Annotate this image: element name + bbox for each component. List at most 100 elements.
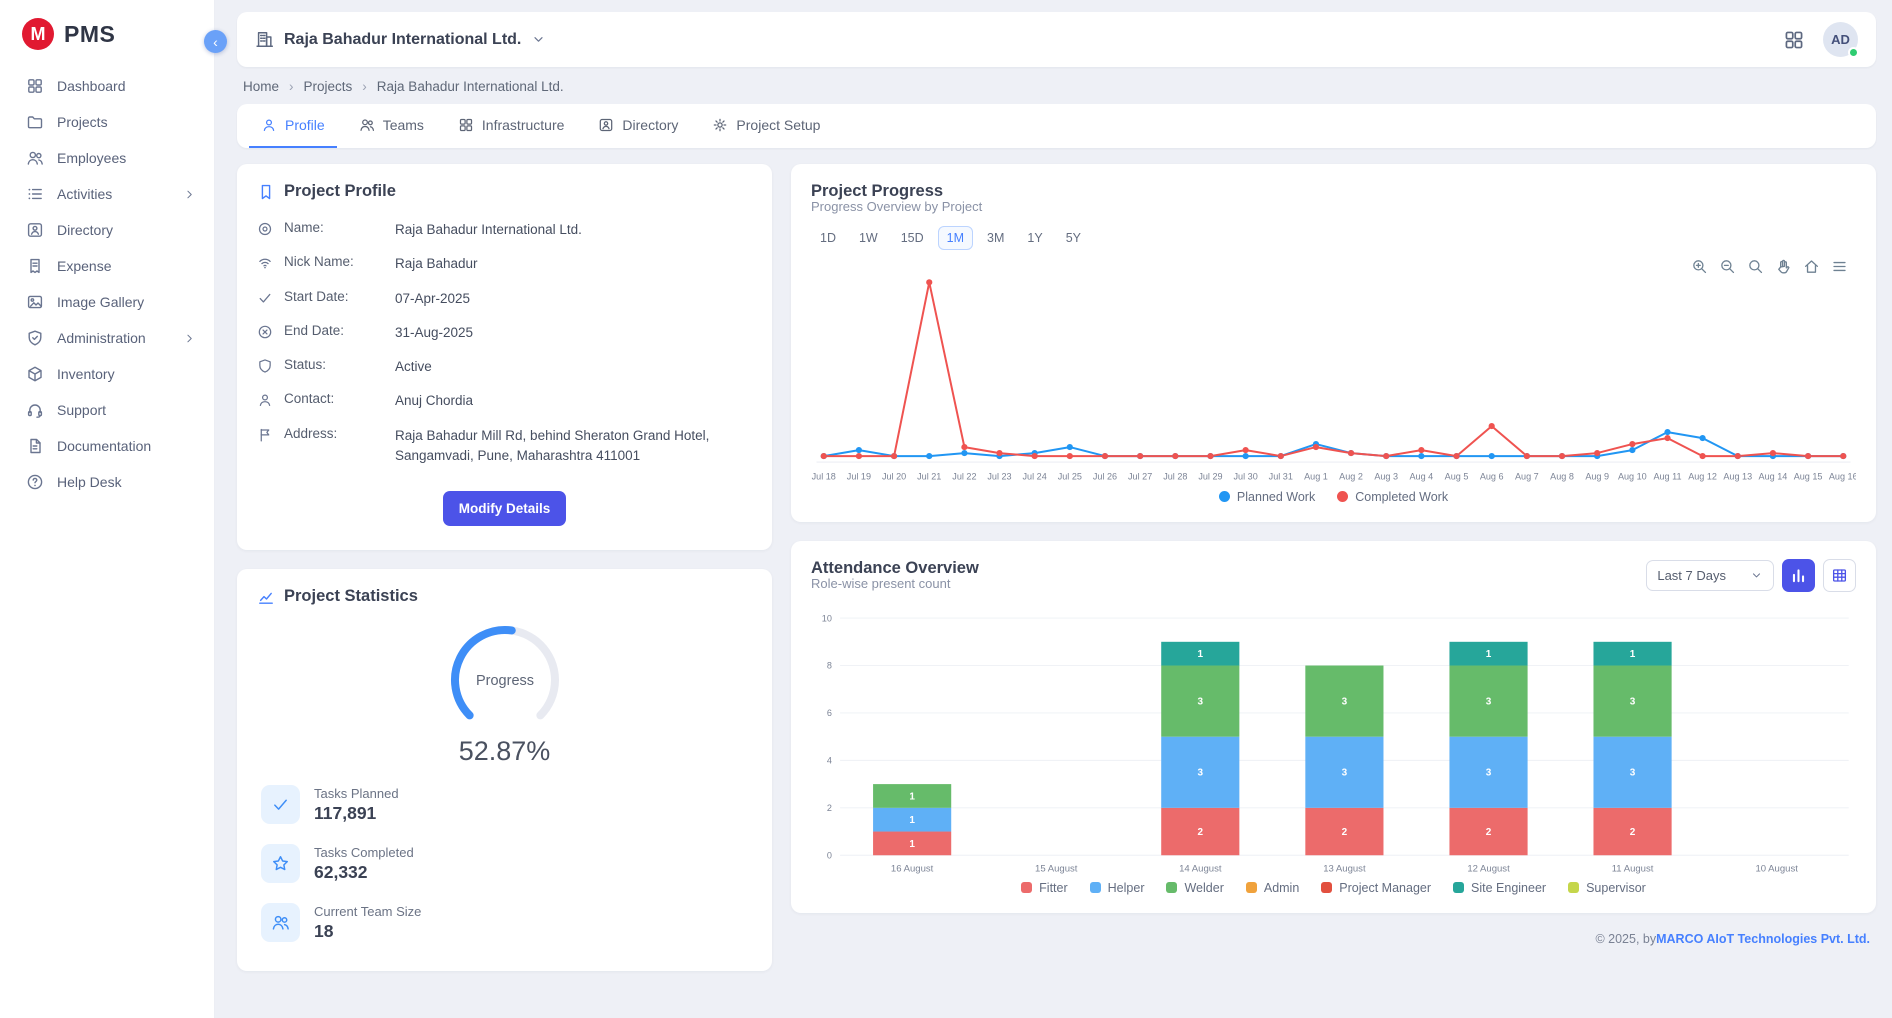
svg-text:Aug 10: Aug 10 (1618, 471, 1647, 481)
range-button-1w[interactable]: 1W (850, 226, 887, 250)
svg-text:14 August: 14 August (1179, 863, 1222, 874)
legend-item-project-manager[interactable]: Project Manager (1321, 881, 1431, 895)
sidebar-item-inventory[interactable]: Inventory (0, 356, 214, 392)
sidebar-item-label: Directory (57, 222, 113, 238)
zoom-in-icon[interactable] (1691, 258, 1708, 275)
field-value: Raja Bahadur Mill Rd, behind Sheraton Gr… (395, 426, 752, 467)
app-logo[interactable]: M PMS (0, 14, 214, 68)
chevron-right-icon (183, 332, 196, 345)
tab-infrastructure[interactable]: Infrastructure (446, 104, 576, 148)
modify-details-button[interactable]: Modify Details (443, 491, 567, 526)
svg-text:Jul 31: Jul 31 (1269, 471, 1293, 481)
zoom-out-icon[interactable] (1719, 258, 1736, 275)
legend-label: Admin (1264, 881, 1299, 895)
statistics-card-title: Project Statistics (284, 587, 418, 606)
svg-text:Aug 9: Aug 9 (1585, 471, 1609, 481)
sidebar-item-help-desk[interactable]: Help Desk (0, 464, 214, 500)
sidebar-item-image-gallery[interactable]: Image Gallery (0, 284, 214, 320)
tab-teams[interactable]: Teams (347, 104, 436, 148)
right-column: Project Progress Progress Overview by Pr… (791, 164, 1876, 956)
svg-text:11 August: 11 August (1612, 863, 1654, 874)
range-button-1y[interactable]: 1Y (1018, 226, 1051, 250)
stat-icon-box (261, 844, 300, 883)
stat-label: Tasks Completed (314, 845, 414, 860)
user-avatar[interactable]: AD (1823, 22, 1858, 57)
legend-item-helper[interactable]: Helper (1090, 881, 1145, 895)
range-button-3m[interactable]: 3M (978, 226, 1013, 250)
company-link[interactable]: MARCO AIoT Technologies Pvt. Ltd. (1656, 932, 1870, 946)
sidebar-item-documentation[interactable]: Documentation (0, 428, 214, 464)
sidebar-item-label: Projects (57, 114, 108, 130)
sidebar-item-dashboard[interactable]: Dashboard (0, 68, 214, 104)
breadcrumb-item[interactable]: Home (243, 79, 279, 94)
legend-item-fitter[interactable]: Fitter (1021, 881, 1067, 895)
sidebar-item-projects[interactable]: Projects (0, 104, 214, 140)
svg-text:3: 3 (1630, 696, 1636, 707)
range-button-5y[interactable]: 5Y (1057, 226, 1090, 250)
footer: © 2025, by MARCO AIoT Technologies Pvt. … (791, 932, 1876, 956)
legend-item-admin[interactable]: Admin (1246, 881, 1299, 895)
profile-field-nick-name-: Nick Name:Raja Bahadur (257, 247, 752, 281)
pan-icon[interactable] (1775, 258, 1792, 275)
apps-icon[interactable] (1783, 29, 1805, 51)
range-button-1m[interactable]: 1M (938, 226, 973, 250)
legend-item-supervisor[interactable]: Supervisor (1568, 881, 1646, 895)
field-label: Address: (284, 426, 384, 441)
sidebar-collapse-button[interactable]: ‹ (204, 30, 227, 53)
topbar: Raja Bahadur International Ltd. AD (237, 12, 1876, 67)
stat-icon-box (261, 903, 300, 942)
legend-item-welder[interactable]: Welder (1166, 881, 1223, 895)
sidebar-item-activities[interactable]: Activities (0, 176, 214, 212)
tab-label: Profile (285, 117, 325, 133)
sidebar-item-administration[interactable]: Administration (0, 320, 214, 356)
legend-item-completed-work[interactable]: Completed Work (1337, 490, 1448, 504)
svg-text:3: 3 (1198, 767, 1204, 778)
menu-icon[interactable] (1831, 258, 1848, 275)
range-button-1d[interactable]: 1D (811, 226, 845, 250)
breadcrumb-item: Raja Bahadur International Ltd. (377, 79, 564, 94)
legend-label: Fitter (1039, 881, 1067, 895)
chart-view-button[interactable] (1782, 559, 1815, 592)
user-icon (257, 392, 273, 408)
bookmark-icon (257, 183, 275, 201)
help-desk-icon (26, 473, 44, 491)
id-card-icon (598, 117, 614, 133)
range-button-15d[interactable]: 15D (892, 226, 933, 250)
sidebar-item-expense[interactable]: Expense (0, 248, 214, 284)
svg-text:3: 3 (1342, 767, 1348, 778)
svg-text:12 August: 12 August (1467, 863, 1510, 874)
stat-value: 117,891 (314, 803, 399, 824)
legend-swatch (1021, 882, 1032, 893)
home-icon[interactable] (1803, 258, 1820, 275)
svg-text:Jul 22: Jul 22 (952, 471, 976, 481)
tab-label: Infrastructure (482, 117, 564, 133)
stat-value: 62,332 (314, 862, 414, 883)
attendance-chart[interactable]: 024681011116 August15 August233114 Augus… (811, 609, 1856, 877)
sidebar-item-support[interactable]: Support (0, 392, 214, 428)
tab-profile[interactable]: Profile (249, 104, 337, 148)
progress-card-subtitle: Progress Overview by Project (811, 199, 1856, 214)
sidebar-item-label: Support (57, 402, 106, 418)
sidebar-item-directory[interactable]: Directory (0, 212, 214, 248)
date-range-select[interactable]: Last 7 Days (1646, 560, 1774, 591)
legend-item-site-engineer[interactable]: Site Engineer (1453, 881, 1546, 895)
legend-item-planned-work[interactable]: Planned Work (1219, 490, 1315, 504)
svg-text:15 August: 15 August (1035, 863, 1078, 874)
table-view-button[interactable] (1823, 559, 1856, 592)
legend-label: Planned Work (1237, 490, 1315, 504)
sidebar-item-employees[interactable]: Employees (0, 140, 214, 176)
svg-text:2: 2 (1630, 827, 1636, 838)
line-chart-legend: Planned Work Completed Work (811, 490, 1856, 504)
tab-directory[interactable]: Directory (586, 104, 690, 148)
sidebar-item-label: Dashboard (57, 78, 126, 94)
legend-swatch (1453, 882, 1464, 893)
svg-text:3: 3 (1342, 696, 1348, 707)
breadcrumb-item[interactable]: Projects (304, 79, 353, 94)
field-label: Status: (284, 357, 384, 372)
topbar-right: AD (1783, 22, 1858, 57)
company-selector[interactable]: Raja Bahadur International Ltd. (255, 30, 546, 49)
chevron-down-icon (531, 32, 546, 47)
project-progress-chart[interactable]: Jul 18Jul 19Jul 20Jul 21Jul 22Jul 23Jul … (811, 254, 1856, 486)
selection-zoom-icon[interactable] (1747, 258, 1764, 275)
tab-project-setup[interactable]: Project Setup (700, 104, 832, 148)
